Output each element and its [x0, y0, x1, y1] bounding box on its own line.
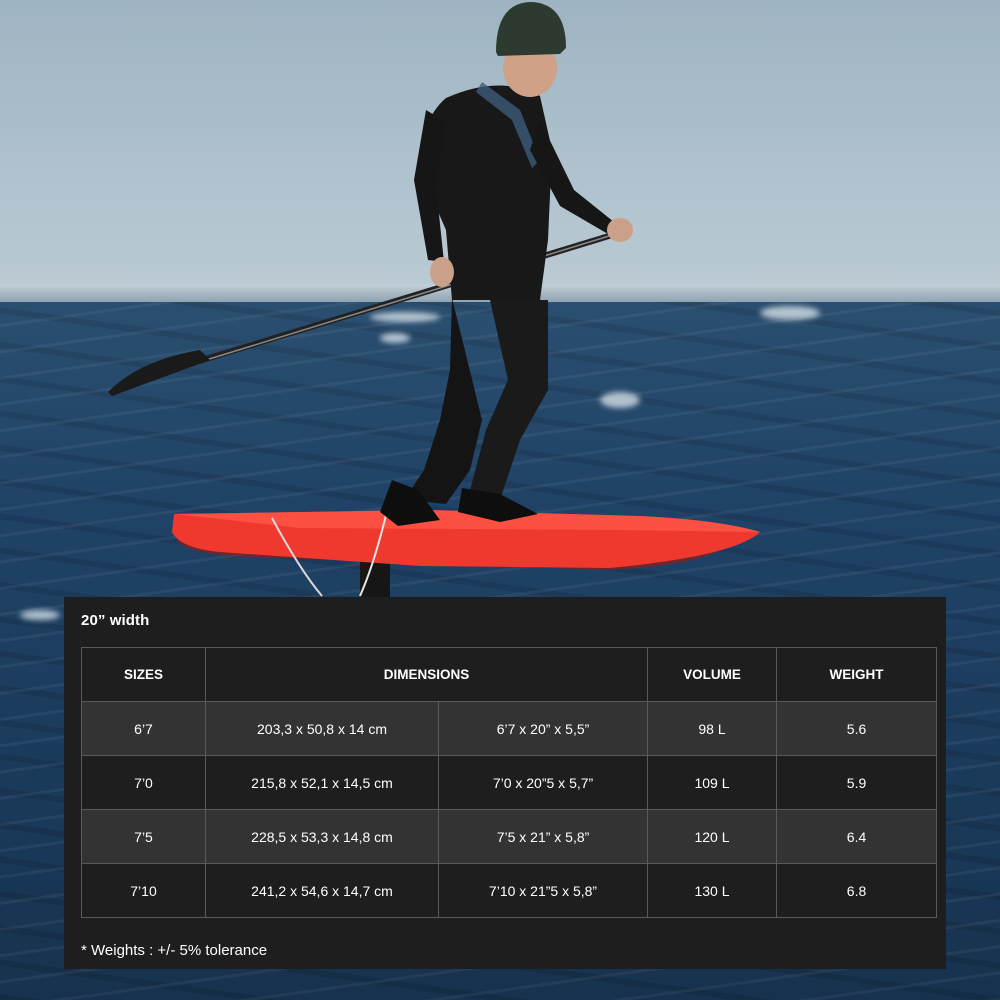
cell-dimensions-imperial: 6’7 x 20” x 5,5”: [437, 701, 649, 756]
cell-volume: 120 L: [647, 809, 778, 864]
cell-dimensions-imperial: 7’5 x 21” x 5,8”: [437, 809, 649, 864]
cell-dimensions-metric: 203,3 x 50,8 x 14 cm: [205, 701, 439, 756]
wetsuit-legs: [404, 298, 482, 504]
column-header-sizes: SIZES: [81, 647, 206, 702]
table-row: 7’10 241,2 x 54,6 x 14,7 cm 7’10 x 21”5 …: [81, 863, 938, 918]
table-row: 7’5 228,5 x 53,3 x 14,8 cm 7’5 x 21” x 5…: [81, 809, 938, 864]
column-header-volume: VOLUME: [647, 647, 778, 702]
column-header-weight: WEIGHT: [776, 647, 938, 702]
spec-table: SIZES DIMENSIONS VOLUME WEIGHT 6’7 203,3…: [81, 647, 938, 918]
hand-right: [607, 218, 633, 242]
foil-mast: [360, 558, 390, 600]
cell-weight: 5.9: [776, 755, 938, 810]
hand-left: [430, 257, 454, 287]
table-row: 7’0 215,8 x 52,1 x 14,5 cm 7’0 x 20”5 x …: [81, 755, 938, 810]
beanie: [496, 2, 566, 56]
table-row: 6’7 203,3 x 50,8 x 14 cm 6’7 x 20” x 5,5…: [81, 701, 938, 756]
cell-weight: 6.4: [776, 809, 938, 864]
cell-volume: 109 L: [647, 755, 778, 810]
cell-dimensions-metric: 241,2 x 54,6 x 14,7 cm: [205, 863, 439, 918]
cell-dimensions-imperial: 7’0 x 20”5 x 5,7”: [437, 755, 649, 810]
paddle-blade: [108, 350, 210, 396]
cell-size: 6’7: [81, 701, 206, 756]
table-header-row: SIZES DIMENSIONS VOLUME WEIGHT: [81, 647, 938, 702]
panel-title: 20” width: [81, 612, 150, 629]
cell-size: 7’5: [81, 809, 206, 864]
cell-weight: 5.6: [776, 701, 938, 756]
cell-weight: 6.8: [776, 863, 938, 918]
cell-dimensions-imperial: 7’10 x 21”5 x 5,8”: [437, 863, 649, 918]
cell-dimensions-metric: 215,8 x 52,1 x 14,5 cm: [205, 755, 439, 810]
cell-size: 7’10: [81, 863, 206, 918]
cell-volume: 130 L: [647, 863, 778, 918]
spec-panel: 20” width SIZES DIMENSIONS VOLUME WEIGHT…: [64, 597, 946, 969]
cell-size: 7’0: [81, 755, 206, 810]
weight-tolerance-note: * Weights : +/- 5% tolerance: [81, 942, 268, 959]
cell-volume: 98 L: [647, 701, 778, 756]
cell-dimensions-metric: 228,5 x 53,3 x 14,8 cm: [205, 809, 439, 864]
column-header-dimensions: DIMENSIONS: [204, 647, 649, 702]
